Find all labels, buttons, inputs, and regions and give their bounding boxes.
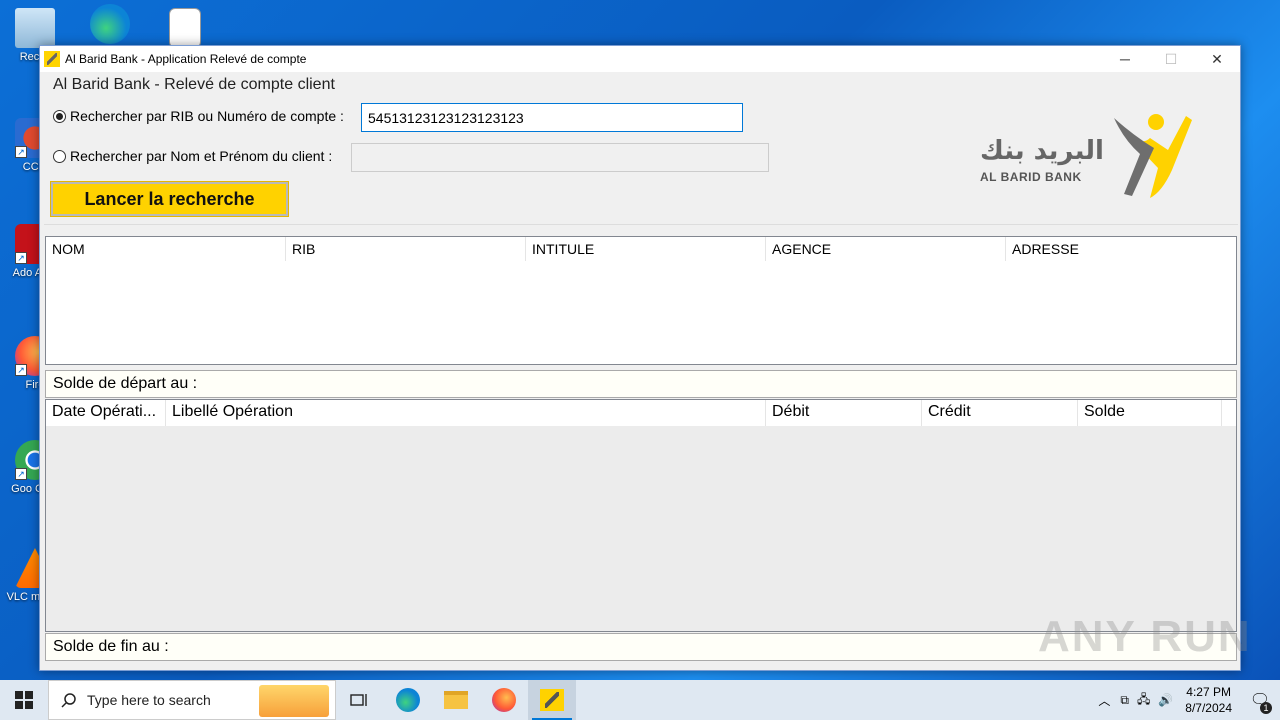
search-button[interactable]: Lancer la recherche bbox=[50, 181, 289, 217]
al-barid-bank-logo: البريد بنك AL BARID BANK bbox=[970, 108, 1200, 203]
taskbar-search-placeholder: Type here to search bbox=[87, 692, 211, 708]
radio-checked-icon bbox=[53, 109, 66, 123]
maximize-button[interactable]: ☐ bbox=[1148, 46, 1194, 72]
column-header-agence[interactable]: AGENCE bbox=[766, 237, 1006, 261]
taskbar-file-explorer[interactable] bbox=[432, 680, 480, 720]
chevron-up-icon[interactable]: ︿ bbox=[1098, 692, 1110, 709]
taskbar-search-box[interactable]: Type here to search bbox=[48, 680, 336, 720]
column-header-nom[interactable]: NOM bbox=[46, 237, 286, 261]
start-button[interactable] bbox=[0, 680, 48, 720]
network-icon[interactable]: 🖧 bbox=[1137, 690, 1150, 711]
recycle-bin-icon bbox=[15, 8, 55, 48]
folder-icon bbox=[444, 691, 468, 709]
clock-time: 4:27 PM bbox=[1186, 685, 1231, 699]
edge-icon bbox=[396, 688, 420, 712]
operations-grid[interactable]: Date Opérati... Libellé Opération Débit … bbox=[45, 399, 1237, 632]
logo-latin-text: AL BARID BANK bbox=[980, 170, 1082, 184]
taskbar-edge[interactable] bbox=[384, 680, 432, 720]
rib-input[interactable] bbox=[361, 103, 743, 132]
column-header-debit[interactable]: Débit bbox=[766, 400, 922, 426]
operations-header: Date Opérati... Libellé Opération Débit … bbox=[46, 400, 1236, 426]
window-title: Al Barid Bank - Application Relevé de co… bbox=[65, 52, 307, 66]
minimize-button[interactable]: ─ bbox=[1102, 46, 1148, 72]
task-view-icon bbox=[350, 694, 367, 706]
desktop-icon-file[interactable] bbox=[150, 8, 220, 50]
search-icon bbox=[61, 693, 76, 708]
column-header-date[interactable]: Date Opérati... bbox=[46, 400, 166, 426]
taskbar-al-barid-app[interactable] bbox=[528, 680, 576, 720]
radio-search-by-rib[interactable]: Rechercher par RIB ou Numéro de compte : bbox=[53, 108, 344, 124]
taskbar-firefox[interactable] bbox=[480, 680, 528, 720]
system-tray: ︿ ⧉ 🖧 🔊 4:27 PM 8/7/2024 🗨 1 bbox=[1092, 680, 1280, 720]
radio-unchecked-icon bbox=[53, 149, 66, 163]
logo-arabic-text: البريد بنك bbox=[980, 136, 1104, 166]
column-header-adresse[interactable]: ADRESSE bbox=[1006, 237, 1236, 261]
taskbar: Type here to search ︿ ⧉ 🖧 🔊 4:27 PM 8/7/… bbox=[0, 680, 1280, 720]
device-icon[interactable]: ⧉ bbox=[1120, 693, 1129, 708]
close-icon: ✕ bbox=[1211, 50, 1223, 67]
task-view-button[interactable] bbox=[336, 680, 384, 720]
shortcut-arrow-icon: ↗ bbox=[15, 364, 27, 376]
group-title: Al Barid Bank - Relevé de compte client bbox=[53, 76, 335, 93]
maximize-icon: ☐ bbox=[1164, 50, 1178, 67]
radio-rib-label: Rechercher par RIB ou Numéro de compte : bbox=[70, 108, 344, 124]
radio-search-by-name[interactable]: Rechercher par Nom et Prénom du client : bbox=[53, 148, 332, 164]
search-highlight-image bbox=[259, 685, 329, 717]
close-button[interactable]: ✕ bbox=[1194, 46, 1240, 72]
volume-icon[interactable]: 🔊 bbox=[1158, 693, 1173, 707]
column-header-credit[interactable]: Crédit bbox=[922, 400, 1078, 426]
windows-logo-icon bbox=[15, 691, 33, 709]
column-header-intitule[interactable]: INTITULE bbox=[526, 237, 766, 261]
shortcut-arrow-icon: ↗ bbox=[15, 468, 27, 480]
app-logo-icon bbox=[44, 51, 60, 67]
column-header-rib[interactable]: RIB bbox=[286, 237, 526, 261]
column-header-libelle[interactable]: Libellé Opération bbox=[166, 400, 766, 426]
minimize-icon: ─ bbox=[1120, 51, 1130, 67]
radio-name-label: Rechercher par Nom et Prénom du client : bbox=[70, 148, 333, 164]
shortcut-arrow-icon: ↗ bbox=[15, 146, 27, 158]
edge-icon bbox=[90, 4, 130, 44]
clock[interactable]: 4:27 PM 8/7/2024 bbox=[1185, 684, 1232, 716]
desktop-icon-edge[interactable] bbox=[75, 4, 145, 46]
notification-badge: 1 bbox=[1260, 702, 1272, 714]
shortcut-arrow-icon: ↗ bbox=[15, 252, 27, 264]
app-window: Al Barid Bank - Application Relevé de co… bbox=[39, 45, 1241, 671]
firefox-icon bbox=[492, 688, 516, 712]
column-header-solde[interactable]: Solde bbox=[1078, 400, 1222, 426]
notification-center-button[interactable]: 🗨 1 bbox=[1240, 680, 1280, 720]
clock-date: 8/7/2024 bbox=[1185, 701, 1232, 715]
solde-depart-label: Solde de départ au : bbox=[45, 370, 1237, 398]
logo-figure-icon bbox=[1114, 114, 1192, 198]
image-file-icon bbox=[169, 8, 201, 48]
anyrun-watermark: ANY RUN bbox=[1038, 612, 1252, 661]
title-bar[interactable]: Al Barid Bank - Application Relevé de co… bbox=[40, 46, 1240, 72]
app-logo-icon bbox=[540, 689, 564, 711]
name-input[interactable] bbox=[351, 143, 769, 172]
clients-grid[interactable]: NOM RIB INTITULE AGENCE ADRESSE bbox=[45, 236, 1237, 365]
separator bbox=[44, 224, 1238, 225]
